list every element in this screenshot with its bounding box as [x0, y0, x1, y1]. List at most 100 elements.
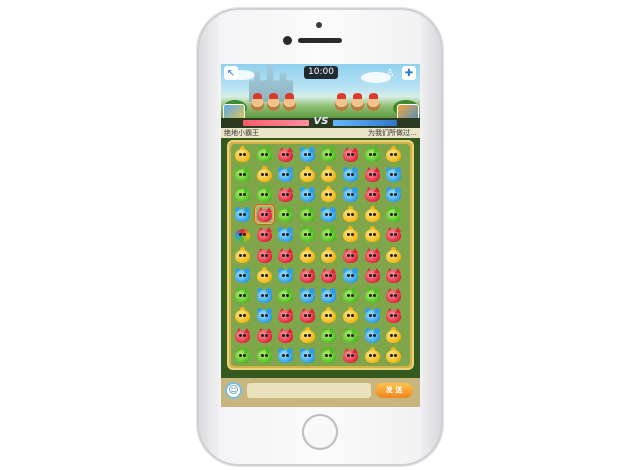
game-piece-green[interactable]	[234, 186, 251, 203]
game-piece-yellow[interactable]	[385, 347, 402, 364]
match-timer: 10:00	[304, 66, 338, 79]
game-piece-yellow[interactable]	[385, 246, 402, 264]
home-button[interactable]	[302, 414, 338, 450]
game-piece-yellow[interactable]	[320, 306, 337, 324]
game-piece-red[interactable]	[364, 166, 381, 183]
piece-body	[299, 149, 315, 162]
game-piece-red[interactable]	[255, 206, 273, 224]
game-piece-red[interactable]	[364, 186, 381, 203]
game-piece-green[interactable]	[320, 326, 337, 344]
game-piece-blue[interactable]	[299, 347, 316, 364]
game-piece-yellow[interactable]	[385, 326, 402, 344]
game-piece-red[interactable]	[299, 267, 316, 284]
game-piece-red[interactable]	[256, 226, 273, 243]
game-piece-blue[interactable]	[256, 287, 273, 304]
add-friend-button[interactable]: ✚	[402, 66, 416, 80]
game-piece-green[interactable]	[234, 166, 251, 183]
game-piece-blue[interactable]	[277, 347, 294, 364]
game-piece-red[interactable]	[385, 226, 402, 243]
game-piece-red[interactable]	[364, 247, 381, 264]
game-piece-red[interactable]	[234, 327, 251, 344]
game-piece-special[interactable]	[234, 226, 251, 243]
game-piece-red[interactable]	[320, 267, 337, 284]
game-piece-green[interactable]	[342, 326, 359, 344]
game-piece-green[interactable]	[256, 347, 273, 364]
game-piece-blue[interactable]	[364, 327, 381, 344]
game-piece-yellow[interactable]	[320, 186, 337, 203]
game-piece-green[interactable]	[256, 146, 273, 163]
game-piece-red[interactable]	[277, 327, 294, 344]
game-piece-red[interactable]	[385, 287, 402, 304]
game-piece-blue[interactable]	[299, 186, 316, 203]
game-piece-blue[interactable]	[320, 206, 337, 223]
game-piece-blue[interactable]	[299, 287, 316, 304]
game-piece-red[interactable]	[299, 307, 316, 324]
game-piece-red[interactable]	[277, 307, 294, 324]
game-piece-blue[interactable]	[385, 186, 402, 203]
game-piece-red[interactable]	[342, 247, 359, 264]
game-piece-green[interactable]	[364, 146, 381, 163]
game-piece-blue[interactable]	[234, 267, 251, 284]
game-piece-yellow[interactable]	[320, 246, 337, 264]
game-piece-blue[interactable]	[342, 166, 359, 183]
piece-body	[364, 350, 380, 363]
game-piece-red[interactable]	[342, 146, 359, 163]
game-piece-green[interactable]	[234, 347, 251, 364]
game-piece-blue[interactable]	[277, 166, 294, 183]
game-piece-green[interactable]	[320, 146, 337, 163]
game-piece-blue[interactable]	[277, 267, 294, 284]
game-piece-red[interactable]	[277, 247, 294, 264]
game-piece-red[interactable]	[342, 347, 359, 364]
game-piece-yellow[interactable]	[320, 166, 337, 183]
piece-eye	[372, 333, 376, 337]
game-piece-yellow[interactable]	[342, 306, 359, 324]
left-score-bar	[243, 120, 309, 126]
game-piece-yellow[interactable]	[342, 206, 359, 223]
game-piece-yellow[interactable]	[385, 146, 402, 163]
game-piece-blue[interactable]	[256, 307, 273, 324]
game-piece-green[interactable]	[342, 286, 359, 304]
game-piece-yellow[interactable]	[256, 266, 273, 284]
game-piece-green[interactable]	[277, 286, 294, 304]
game-piece-green[interactable]	[299, 206, 316, 223]
game-piece-green[interactable]	[385, 206, 402, 223]
emoji-button[interactable]: ☺	[225, 382, 242, 399]
game-piece-blue[interactable]	[342, 267, 359, 284]
game-piece-yellow[interactable]	[299, 326, 316, 344]
game-piece-green[interactable]	[299, 226, 316, 243]
back-button[interactable]: ↖	[224, 66, 238, 80]
game-piece-blue[interactable]	[320, 287, 337, 304]
game-piece-yellow[interactable]	[299, 246, 316, 264]
game-piece-green[interactable]	[364, 286, 381, 304]
game-piece-green[interactable]	[320, 347, 337, 364]
game-piece-red[interactable]	[385, 267, 402, 284]
game-piece-yellow[interactable]	[364, 206, 381, 223]
game-piece-yellow[interactable]	[364, 226, 381, 243]
game-piece-yellow[interactable]	[234, 246, 251, 264]
game-piece-red[interactable]	[385, 307, 402, 324]
game-piece-yellow[interactable]	[234, 146, 251, 163]
game-piece-red[interactable]	[277, 146, 294, 163]
game-piece-green[interactable]	[277, 206, 294, 223]
game-piece-yellow[interactable]	[234, 306, 251, 324]
chat-input[interactable]	[247, 383, 371, 398]
game-piece-red[interactable]	[256, 327, 273, 344]
game-piece-yellow[interactable]	[256, 166, 273, 183]
game-piece-yellow[interactable]	[299, 166, 316, 183]
game-piece-green[interactable]	[320, 226, 337, 243]
game-piece-blue[interactable]	[277, 226, 294, 243]
game-piece-yellow[interactable]	[342, 226, 359, 243]
game-piece-yellow[interactable]	[364, 347, 381, 364]
game-piece-blue[interactable]	[342, 186, 359, 203]
game-piece-blue[interactable]	[299, 146, 316, 163]
game-piece-red[interactable]	[364, 267, 381, 284]
game-piece-blue[interactable]	[234, 206, 251, 223]
game-piece-red[interactable]	[256, 247, 273, 264]
proximity-sensor	[316, 22, 322, 28]
game-piece-red[interactable]	[277, 186, 294, 203]
game-piece-blue[interactable]	[385, 166, 402, 183]
send-button[interactable]: 发 送	[375, 383, 413, 398]
game-piece-blue[interactable]	[364, 307, 381, 324]
game-piece-green[interactable]	[234, 286, 251, 304]
game-piece-green[interactable]	[256, 186, 273, 203]
